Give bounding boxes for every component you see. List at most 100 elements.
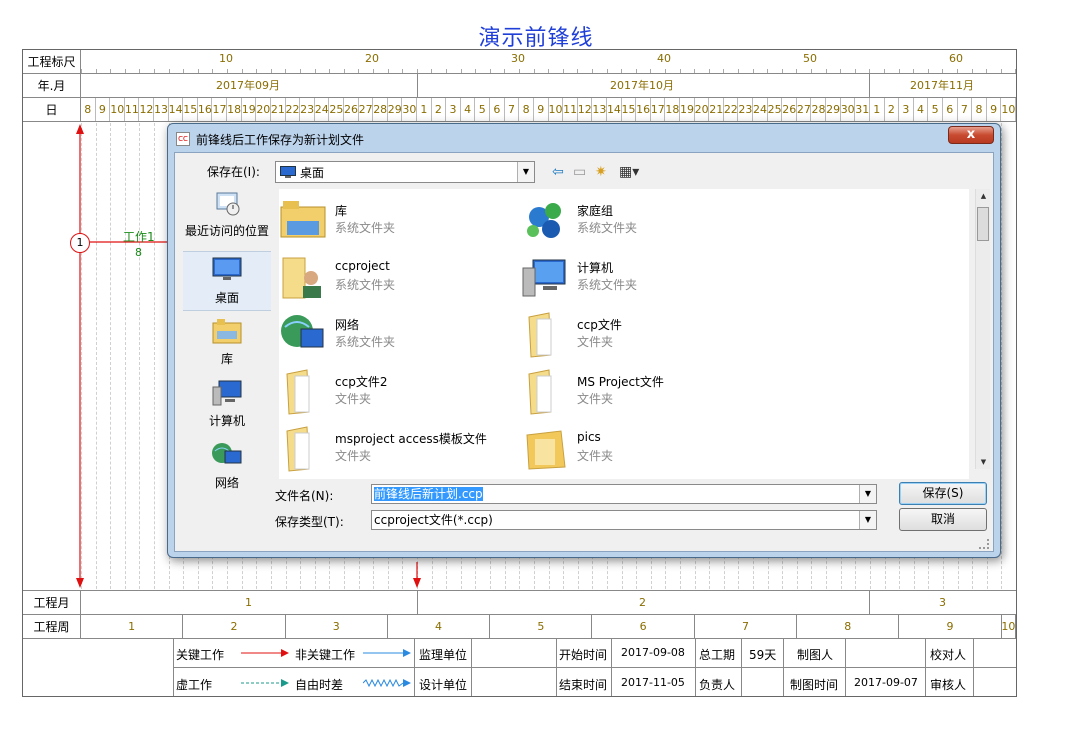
back-arrow-icon[interactable]: ⇦ [552,163,564,181]
day-cell: 27 [359,98,374,121]
day-cell: 1 [417,98,432,121]
day-cell: 11 [563,98,578,121]
ruler-tick [446,69,447,73]
ruler-tick [212,69,213,73]
ruler-tick [242,69,243,73]
project-week-cell: 10 [1001,615,1016,638]
desktop-icon [212,257,242,280]
folder-icon [286,369,310,415]
chevron-down-icon[interactable]: ▼ [859,511,876,529]
ruler-number: 20 [365,52,379,65]
ruler-tick [329,69,330,73]
chevron-down-icon[interactable]: ▼ [859,485,876,503]
ruler-tick [607,69,608,73]
place-library[interactable]: 库 [183,317,271,367]
legend-critical-arrow [241,649,289,657]
file-item[interactable]: pics 文件夹 [521,423,761,475]
day-cell: 2 [432,98,447,121]
legend-noncritical-label: 非关键工作 [295,648,356,662]
day-cell: 16 [636,98,651,121]
day-cell: 3 [446,98,461,121]
ruler-tick [431,69,432,73]
resize-grip[interactable] [979,539,989,549]
file-item[interactable]: msproject access模板文件 文件夹 [279,423,519,475]
ruler-tick [183,69,184,73]
draw-time-label: 制图时间 [790,678,839,692]
node-circle[interactable]: 1 [70,233,90,253]
day-cell: 6 [943,98,958,121]
save-button[interactable]: 保存(S) [899,482,987,505]
day-cell: 29 [826,98,841,121]
ruler-tick [534,69,535,73]
place-network[interactable]: 网络 [183,441,271,491]
place-network-label: 网络 [214,476,239,490]
place-recent[interactable]: 最近访问的位置 [183,189,271,239]
ruler-tick [869,69,870,73]
day-cell: 3 [899,98,914,121]
info-vline [556,639,557,696]
day-cell: 19 [242,98,257,121]
file-item[interactable]: MS Project文件 文件夹 [521,366,761,418]
month-label-oct: 2017年10月 [610,79,674,92]
file-item[interactable]: 网络 系统文件夹 [279,309,519,361]
day-row: 日 8 9 10 11 12 13 14 15 16 17 18 19 20 21 22 23 24 25 26 27… [23,98,1016,122]
task-name[interactable]: 工作1 [123,228,155,245]
filetype-select[interactable]: ccproject文件(*.ccp) ▼ [371,510,877,530]
day-cell: 9 [96,98,111,121]
legend-float-arrow [363,678,411,688]
day-cell: 16 [198,98,213,121]
ruler-tick [592,69,593,73]
place-computer[interactable]: 计算机 [183,379,271,429]
dialog-body: 保存在(I): 桌面 ▼ ⇦ ▭ ✷ ▦▾ 最近访问的位置 桌面 库 计算机 网… [174,152,994,552]
file-name: ccproject [335,259,390,273]
ruler-tick [169,69,170,73]
ruler-tick [300,69,301,73]
folder-icon [528,369,552,415]
ruler-number: 30 [511,52,525,65]
new-folder-icon[interactable]: ✷ [595,163,607,181]
footer-divider [23,590,1016,591]
cancel-button[interactable]: 取消 [899,508,987,531]
ruler-tick [942,69,943,73]
arrow-up [76,124,84,134]
day-cell: 8 [81,98,96,121]
computer-icon [212,380,242,406]
month-separator [869,74,870,97]
ruler-tick [577,69,578,73]
ruler-tick [694,69,695,73]
file-item[interactable]: 家庭组 系统文件夹 [521,195,761,247]
day-cell: 19 [680,98,695,121]
place-desktop[interactable]: 桌面 [183,251,271,311]
file-item[interactable]: ccproject 系统文件夹 [279,252,519,304]
day-cell: 11 [125,98,140,121]
scroll-thumb[interactable] [977,207,989,241]
view-menu-icon[interactable]: ▦▾ [619,163,639,181]
file-list-scrollbar[interactable]: ▲ ▼ [975,189,990,469]
file-item[interactable]: 库 系统文件夹 [279,195,519,247]
up-folder-icon[interactable]: ▭ [573,163,586,181]
day-cell: 4 [461,98,476,121]
save-in-combo[interactable]: 桌面 ▼ [275,161,535,183]
scroll-up-icon[interactable]: ▲ [976,189,991,203]
ruler-tick [548,69,549,73]
file-name: MS Project文件 [577,375,664,389]
day-cell: 17 [212,98,228,121]
info-vline [471,639,472,696]
chevron-down-icon[interactable]: ▼ [517,162,534,182]
file-item[interactable]: ccp文件 文件夹 [521,309,761,361]
close-button[interactable]: x [948,126,994,144]
ruler-tick [738,69,739,73]
computer-icon [522,259,566,297]
month-row: 年.月 2017年09月 2017年10月 2017年11月 [23,74,1016,98]
filename-input[interactable]: 前锋线后新计划.ccp ▼ [371,484,877,504]
scroll-down-icon[interactable]: ▼ [976,455,991,469]
ruler-tick [563,69,564,73]
file-name: ccp文件2 [335,375,388,389]
legend-noncritical-arrow [363,649,411,657]
file-item[interactable]: ccp文件2 文件夹 [279,366,519,418]
info-vline [925,639,926,696]
file-name: 库 [335,204,348,218]
ruler-tick [490,69,491,73]
day-cell: 13 [592,98,607,121]
file-item[interactable]: 计算机 系统文件夹 [521,252,761,304]
